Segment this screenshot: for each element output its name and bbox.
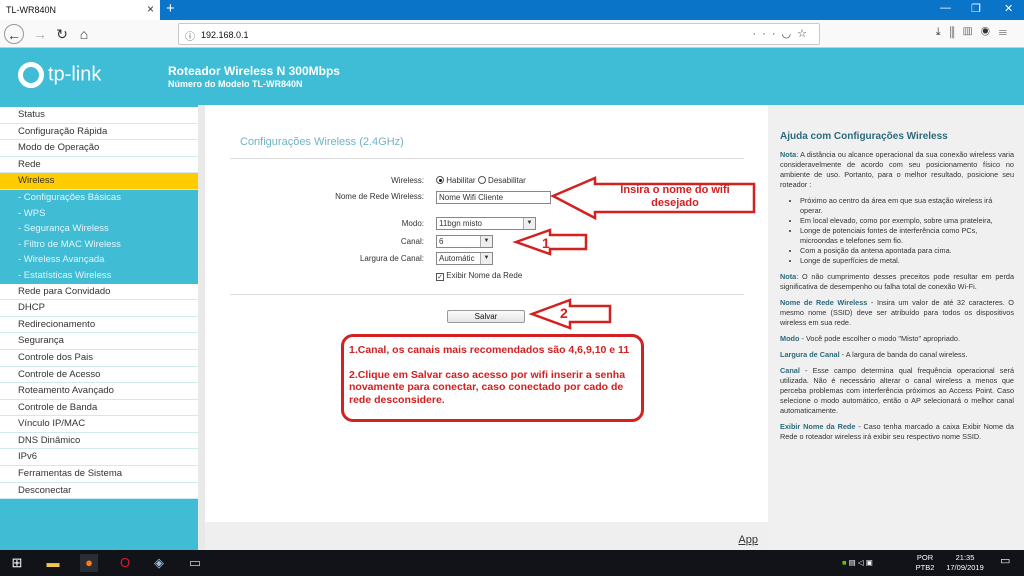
help-term: Nota — [780, 272, 797, 281]
ime-icon[interactable]: ▣ — [866, 558, 873, 567]
tray-icons: ■ ▤ ◁ ▣ — [842, 558, 873, 568]
language-indicator[interactable]: POR PTB2 — [912, 553, 938, 573]
clock-date: 17/09/2019 — [946, 563, 984, 572]
help-title: Ajuda com Configurações Wireless — [780, 131, 948, 142]
clock-time: 21:35 — [955, 553, 975, 562]
app-icon[interactable]: ◈ — [150, 554, 168, 572]
arrow-channel-number: 1 — [542, 235, 550, 251]
terminal-icon[interactable]: ▭ — [186, 554, 204, 572]
help-bullet: Com a posição da antena apontada para ci… — [800, 246, 1014, 256]
help-term: Canal — [780, 366, 800, 375]
help-term: Exibir Nome da Rede — [780, 422, 856, 431]
speaker-icon[interactable]: ◁ — [858, 558, 864, 567]
help-channel: Canal - Esse campo determina qual frequê… — [780, 366, 1014, 416]
arrow-ssid-text: Insira o nome do wifi desejado — [620, 184, 730, 209]
help-text: - Você pode escolher o modo "Misto" apro… — [799, 334, 960, 343]
help-note-1: Nota: A distância ou alcance operacional… — [780, 150, 1014, 190]
network-icon[interactable]: ▤ — [849, 558, 856, 567]
help-term: Nome de Rede Wireless — [780, 298, 868, 307]
help-ssid: Nome de Rede Wireless - Insira um valor … — [780, 298, 1014, 328]
help-text: - A largura de banda do canal wireless. — [839, 350, 968, 359]
arrow-save-number: 2 — [560, 305, 568, 321]
arrow-channel-shape — [512, 228, 588, 256]
clock[interactable]: 21:35 17/09/2019 — [940, 553, 990, 573]
firefox-icon[interactable]: ● — [80, 554, 98, 572]
help-term: Nota — [780, 150, 797, 159]
help-mode: Modo - Você pode escolher o modo "Misto"… — [780, 334, 1014, 344]
windows-start-icon[interactable]: ⊞ — [8, 554, 26, 572]
help-width: Largura de Canal - A largura de banda do… — [780, 350, 1014, 360]
main-footer: App — [205, 522, 768, 550]
app-link[interactable]: App — [738, 534, 758, 546]
help-bullet: Longe de potenciais fontes de interferên… — [800, 226, 1014, 246]
help-bullet: Longe de superfícies de metal. — [800, 256, 1014, 266]
help-term: Largura de Canal — [780, 350, 840, 359]
help-note-2: Nota: O não cumprimento desses preceitos… — [780, 272, 1014, 292]
keyboard-layout-text: PTB2 — [915, 563, 935, 572]
annotation-callout: 1.Canal, os canais mais recomendados são… — [341, 334, 644, 422]
help-bullet: Em local elevado, como por exemplo, sobr… — [800, 216, 1014, 226]
help-text: : O não cumprimento desses preceitos pod… — [780, 272, 1014, 291]
help-term: Modo — [780, 334, 800, 343]
help-broadcast: Exibir Nome da Rede - Caso tenha marcado… — [780, 422, 1014, 442]
language-text: POR — [916, 553, 934, 562]
nvidia-icon[interactable]: ■ — [842, 558, 847, 567]
help-text: : A distância ou alcance operacional da … — [780, 150, 1014, 189]
callout-line-2: 2.Clique em Salvar caso acesso por wifi … — [349, 368, 626, 406]
help-text: - Esse campo determina qual frequência o… — [780, 366, 1014, 415]
file-explorer-icon[interactable]: ▬ — [44, 554, 62, 572]
callout-line-1: 1.Canal, os canais mais recomendados são… — [349, 344, 630, 356]
help-bullets: Próximo ao centro da área em que sua est… — [800, 196, 1014, 266]
arrow-save-shape — [528, 298, 612, 330]
notifications-icon[interactable]: ▭ — [1000, 556, 1010, 567]
help-bullet: Próximo ao centro da área em que sua est… — [800, 196, 1014, 216]
taskbar: ⊞ ▬ ● O ◈ ▭ ■ ▤ ◁ ▣ POR PTB2 21:35 17/09… — [0, 550, 1024, 576]
help-panel: Ajuda com Configurações Wireless Nota: A… — [768, 105, 1024, 550]
opera-icon[interactable]: O — [116, 554, 134, 572]
